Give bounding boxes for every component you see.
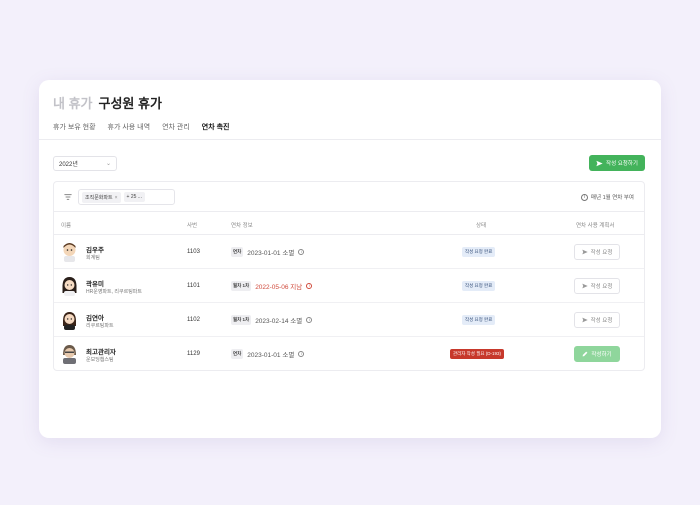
info-icon[interactable]: i — [298, 351, 305, 357]
employee-table-panel: 조직문화파트 × + 25 ... i 매년 1월 연차 부여 이름 사번 연차 … — [53, 181, 645, 371]
info-icon[interactable]: i — [306, 317, 313, 323]
status-badge: 작성 요청 완료 — [462, 315, 496, 325]
leave-expiry: 2023-01-01 소멸 — [247, 250, 295, 257]
avatar — [63, 345, 76, 364]
leave-info: 연차 2023-01-01 소멸 i — [231, 247, 305, 257]
col-header-plan: 연차 사용 계획서 — [576, 223, 615, 229]
avatar — [62, 277, 77, 296]
year-select[interactable]: 2022년 ⌄ — [53, 156, 117, 171]
title-member-vacation: 구성원 휴가 — [98, 96, 162, 111]
employee-team: 리쿠르팅파트 — [86, 323, 114, 329]
employee-team: 운보딩챕스팀 — [86, 357, 114, 363]
status-badge: 작성 요청 완료 — [462, 281, 496, 291]
table-header: 이름 사번 연차 정보 상태 연차 사용 계획서 — [54, 212, 644, 235]
write-plan-button[interactable]: 작성하기 — [574, 346, 620, 362]
employee-number: 1102 — [187, 317, 200, 323]
avatar — [63, 243, 76, 262]
leave-type-tag: 월차 1차 — [231, 315, 252, 325]
pencil-icon — [582, 351, 588, 357]
col-header-name: 이름 — [61, 223, 72, 229]
filter-row: 조직문화파트 × + 25 ... i 매년 1월 연차 부여 — [54, 182, 644, 212]
leave-info: 연차 2023-01-01 소멸 i — [231, 349, 305, 359]
tab-divider — [39, 139, 661, 140]
row-button-label: 작성하기 — [591, 352, 612, 358]
employee-team: 회계팀 — [86, 255, 100, 261]
leave-expiry: 2023-01-01 소멸 — [247, 352, 295, 359]
employee-number: 1101 — [187, 283, 200, 289]
leave-info: 월차 1차 2022-05-06 지남 ! — [231, 281, 313, 291]
info-icon[interactable]: i — [298, 249, 305, 255]
leave-expiry: 2023-02-14 소멸 — [255, 318, 303, 325]
col-header-status: 상태 — [476, 223, 487, 229]
info-icon: i — [580, 193, 588, 201]
request-write-row-button[interactable]: 작성 요청 — [574, 278, 620, 294]
filter-chip-org-culture[interactable]: 조직문화파트 × — [82, 191, 121, 203]
leave-expiry: 2022-05-06 지남 — [255, 284, 303, 291]
vacation-card: 내 휴가 구성원 휴가 휴가 보유 현황 휴가 사용 내역 연차 관리 연차 촉진… — [39, 80, 661, 438]
request-write-label: 작성 요청하기 — [606, 161, 638, 167]
leave-type-tag: 연차 — [231, 247, 244, 257]
tab-vacation-holdings[interactable]: 휴가 보유 현황 — [53, 122, 96, 140]
tab-vacation-history[interactable]: 휴가 사용 내역 — [108, 122, 151, 140]
employee-number: 1103 — [187, 249, 200, 255]
filter-chip-label: 조직문화파트 — [85, 194, 113, 201]
page-title: 내 휴가 구성원 휴가 — [53, 93, 162, 112]
table-row[interactable]: 김연아 리쿠르팅파트 1102 월차 1차 2023-02-14 소멸 i 작성… — [54, 303, 644, 337]
title-my-vacation[interactable]: 내 휴가 — [53, 96, 93, 111]
col-header-empno: 사번 — [187, 223, 198, 229]
status-badge: 작성 요청 완료 — [462, 247, 496, 257]
notice-text: 매년 1월 연차 부여 — [590, 195, 634, 201]
send-icon — [581, 317, 588, 323]
filter-input[interactable]: 조직문화파트 × + 25 ... — [78, 189, 175, 205]
table-row[interactable]: 곽유미 HR운영파트, 리쿠르팅파트 1101 월차 1차 2022-05-06… — [54, 269, 644, 303]
filter-chip-more[interactable]: + 25 ... — [123, 192, 145, 202]
employee-name: 김연아 — [86, 315, 104, 322]
annual-leave-notice: i 매년 1월 연차 부여 — [580, 193, 634, 201]
request-write-button[interactable]: 작성 요청하기 — [589, 155, 645, 171]
tab-annual-leave-management[interactable]: 연차 관리 — [162, 122, 190, 140]
row-button-label: 작성 요청 — [590, 318, 613, 324]
table-row[interactable]: 김우주 회계팀 1103 연차 2023-01-01 소멸 i 작성 요청 완료… — [54, 235, 644, 269]
request-write-row-button[interactable]: 작성 요청 — [574, 312, 620, 328]
chevron-down-icon: ⌄ — [105, 161, 111, 167]
leave-type-tag: 연차 — [231, 349, 244, 359]
employee-name: 곽유미 — [86, 281, 104, 288]
send-icon — [581, 249, 588, 255]
year-select-value: 2022년 — [59, 162, 78, 168]
employee-name: 최고관리자 — [86, 349, 116, 356]
request-write-row-button[interactable]: 작성 요청 — [574, 244, 620, 260]
row-button-label: 작성 요청 — [590, 250, 613, 256]
table-row[interactable]: 최고관리자 운보딩챕스팀 1129 연차 2023-01-01 소멸 i 관리자… — [54, 337, 644, 371]
leave-type-tag: 월차 1차 — [231, 281, 252, 291]
warning-icon[interactable]: ! — [306, 283, 313, 289]
close-icon[interactable]: × — [115, 195, 118, 201]
leave-info: 월차 1차 2023-02-14 소멸 i — [231, 315, 313, 325]
avatar — [62, 312, 77, 330]
tab-annual-leave-promotion[interactable]: 연차 촉진 — [201, 122, 230, 140]
row-button-label: 작성 요청 — [590, 284, 613, 290]
send-icon — [581, 283, 588, 289]
send-icon — [596, 160, 603, 166]
employee-team: HR운영파트, 리쿠르팅파트 — [86, 289, 143, 295]
status-badge: 관리자 작성 필요 (D-193) — [450, 349, 504, 359]
col-header-leave: 연차 정보 — [231, 223, 253, 229]
tab-bar: 휴가 보유 현황 휴가 사용 내역 연차 관리 연차 촉진 — [53, 122, 242, 140]
filter-icon[interactable] — [64, 193, 72, 201]
employee-number: 1129 — [187, 351, 200, 357]
employee-name: 김우주 — [86, 247, 104, 254]
